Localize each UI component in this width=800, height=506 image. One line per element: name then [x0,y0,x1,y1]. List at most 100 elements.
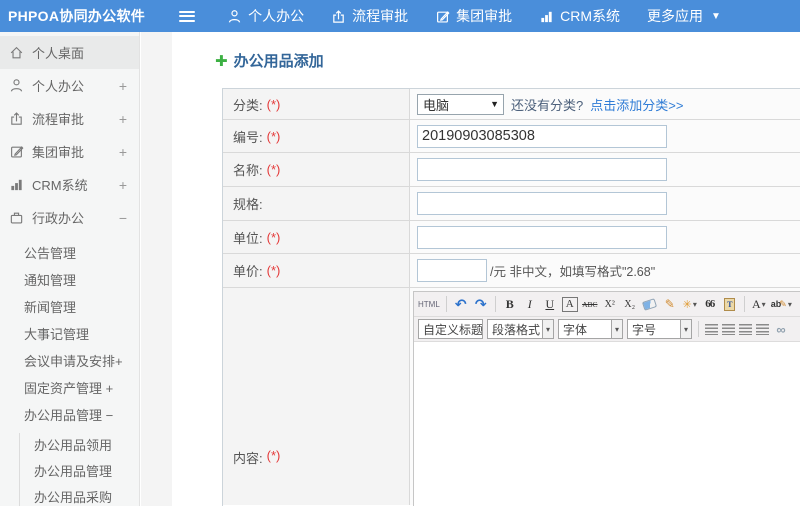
editor-toolbar-row-1: HTML ↶ ↷ B I U A ABC X² X₂ ✎ ✳ ▾ 66 T A … [414,292,800,317]
expand-indicator[interactable]: + [119,177,127,193]
sidebar-item-office-supplies-mgmt[interactable]: 办公用品管理 − [0,402,139,429]
price-field: /元 非中文，如填写格式"2.68" [410,254,800,287]
highlight-color-button[interactable]: ab ✎ ▾ [771,295,792,314]
form-row-category: 分类: (*) 电脑 ▼ 还没有分类? 点击添加分类>> [223,89,800,120]
sidebar-item-workflow-approval[interactable]: 流程审批 + [0,102,139,135]
link-icon[interactable]: ∞ [773,320,789,339]
hamburger-menu-icon[interactable] [179,10,196,22]
expand-indicator[interactable]: + [119,78,127,94]
category-select[interactable]: 电脑 ▼ [417,93,504,115]
required-mark: (*) [266,162,281,177]
spec-label: 规格: [223,187,410,220]
category-selected-value: 电脑 [423,97,450,113]
eraser-icon[interactable] [642,295,658,314]
align-right-icon[interactable] [739,323,752,335]
add-plus-icon: ✚ [215,52,228,70]
no-category-note: 还没有分类? [511,97,584,113]
bold-button[interactable]: B [502,295,518,314]
spec-input[interactable] [417,192,667,215]
superscript-button[interactable]: X² [602,295,618,314]
toolbar-separator [698,321,699,337]
redo-icon[interactable]: ↷ [473,295,489,314]
briefcase-icon [10,212,23,224]
required-mark: (*) [266,128,281,144]
sidebar-item-meeting-mgmt[interactable]: 会议申请及安排+ [0,348,139,375]
align-left-icon[interactable] [705,323,718,335]
required-mark: (*) [266,263,281,278]
add-supplies-form: 分类: (*) 电脑 ▼ 还没有分类? 点击添加分类>> 编号: (*) 201… [222,88,800,506]
code-input[interactable] [417,124,667,148]
select-caret-icon: ▼ [490,99,499,109]
font-size-dropdown[interactable]: 字号 ▾ [627,319,692,339]
nav-label: 流程审批 [352,8,409,24]
blockquote-icon[interactable]: 66 [702,295,718,314]
expand-indicator[interactable]: + [119,144,127,160]
sidebar-item-crm-system[interactable]: CRM系统 + [0,168,139,201]
brush-icon[interactable]: ✎ [662,295,678,314]
edit-icon [11,146,24,158]
sidebar-item-fixed-assets-mgmt[interactable]: 固定资产管理 + [0,375,139,402]
code-field [410,120,800,152]
font-color-button[interactable]: A ▾ [751,295,767,314]
italic-button[interactable]: I [522,295,538,314]
name-input[interactable] [417,158,667,181]
content-field: HTML ↶ ↷ B I U A ABC X² X₂ ✎ ✳ ▾ 66 T A … [410,288,800,506]
sidebar-item-supplies-management[interactable]: 办公用品管理 [20,459,139,485]
flow-icon [333,9,344,23]
align-center-icon[interactable] [722,323,735,335]
nav-label: CRM系统 [560,8,620,24]
html-source-button[interactable]: HTML [418,295,440,314]
format-block-button[interactable]: A [561,296,578,312]
sidebar-item-supplies-requisition[interactable]: 办公用品领用 [20,433,139,459]
toolbar-separator [445,296,447,312]
flow-icon [11,112,22,125]
unit-field [410,221,800,253]
sidebar-item-personal-office[interactable]: 个人办公 + [0,69,139,102]
sidebar-item-news-mgmt[interactable]: 新闻管理 [0,294,139,321]
collapse-indicator[interactable]: − [119,210,127,226]
dropdown-caret-icon: ▾ [610,320,622,338]
strikethrough-button[interactable]: ABC [582,295,598,314]
nav-personal-office[interactable]: 个人办公 [227,6,304,26]
bar-chart-icon [541,11,552,22]
code-label: 编号: (*) [223,120,410,152]
paragraph-format-dropdown[interactable]: 段落格式 ▾ [487,319,554,339]
font-family-dropdown[interactable]: 字体 ▾ [558,319,623,339]
sidebar-item-supplies-purchase[interactable]: 办公用品采购 [20,485,139,506]
main-content: ✚ 办公用品添加 分类: (*) 电脑 ▼ 还没有分类? 点击添加分类>> 编号… [172,32,800,506]
nav-workflow-approval[interactable]: 流程审批 [331,6,408,26]
sidebar-item-admin-office[interactable]: 行政办公 − [0,201,139,234]
sidebar: 个人桌面 个人办公 + 流程审批 + 集团审批 + CRM系统 + 行政办公 −… [0,32,140,506]
unit-input[interactable] [417,225,667,249]
nav-more-apps[interactable]: 更多应用 ▼ [647,6,721,26]
form-row-unit: 单位: (*) [223,221,800,254]
sidebar-item-events-mgmt[interactable]: 大事记管理 [0,321,139,348]
expand-indicator[interactable]: + [119,111,127,127]
align-justify-icon[interactable] [756,323,769,335]
required-mark: (*) [266,229,281,245]
sidebar-subsubmenu: 办公用品领用 办公用品管理 办公用品采购 [19,433,139,506]
add-category-link[interactable]: 点击添加分类>> [590,95,683,114]
editor-content-area[interactable] [414,342,800,506]
bar-chart-icon [11,179,22,191]
undo-icon[interactable]: ↶ [453,295,469,314]
form-row-code: 编号: (*) [223,120,800,153]
nav-crm-system[interactable]: CRM系统 [539,6,620,26]
nav-group-approval[interactable]: 集团审批 [435,6,512,26]
magic-wand-icon[interactable]: ✳ ▾ [682,295,698,314]
name-field [410,153,800,186]
underline-button[interactable]: U [542,295,558,314]
caret-down-icon: ▼ [710,10,721,22]
sidebar-item-notice-mgmt[interactable]: 通知管理 [0,267,139,294]
paste-text-icon[interactable]: T [722,295,738,314]
price-input[interactable] [417,259,487,282]
sidebar-item-announcement-mgmt[interactable]: 公告管理 [0,240,139,267]
sidebar-submenu: 公告管理 通知管理 新闻管理 大事记管理 会议申请及安排+ 固定资产管理 + 办… [0,234,139,506]
custom-heading-dropdown[interactable]: 自定义标题 ▾ [418,319,483,339]
subscript-button[interactable]: X₂ [622,295,638,314]
nav-label: 个人办公 [248,8,305,24]
sidebar-item-group-approval[interactable]: 集团审批 + [0,135,139,168]
sidebar-item-personal-desktop[interactable]: 个人桌面 [0,36,139,69]
nav-label: 更多应用 [646,8,703,24]
user-icon [228,9,241,23]
